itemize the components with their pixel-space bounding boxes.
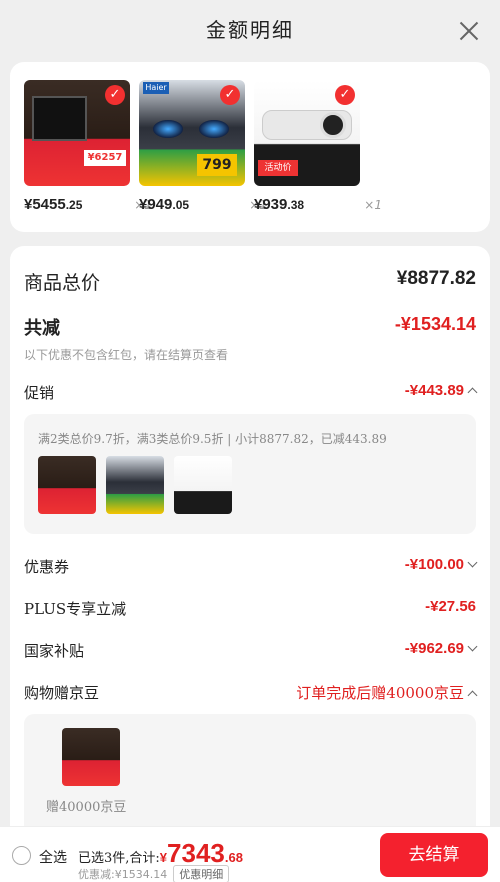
checkout-button[interactable]: 去结算: [380, 833, 488, 877]
modal-title: 金额明细: [206, 18, 294, 42]
brand-logo: Haier: [143, 82, 169, 94]
coupon-label: 优惠券: [24, 558, 70, 576]
check-icon: ✓: [335, 85, 355, 105]
product-item[interactable]: ¥6257 ✓ ¥5455.25 ×1: [24, 80, 152, 213]
plus-row: PLUS专享立减 -¥27.56: [24, 598, 476, 620]
product-price: ¥939.38: [254, 196, 305, 213]
image-price-tag: ¥6257: [84, 150, 126, 166]
promo-thumb-stove: [106, 456, 164, 514]
discount-value: -¥1534.14: [394, 314, 476, 334]
gift-item-text: 赠40000京豆: [46, 800, 127, 815]
check-icon: ✓: [220, 85, 240, 105]
promo-value: -¥443.89: [405, 382, 478, 399]
discount-summary-text: 优惠减:¥1534.14: [78, 868, 168, 881]
discount-note-row: 以下优惠不包含红包，请在结算页查看: [24, 344, 476, 363]
product-image-water-heater[interactable]: 活动价 ✓: [254, 80, 360, 186]
image-price-tag: 799: [197, 154, 237, 176]
total-row: 商品总价 ¥8877.82: [24, 268, 476, 294]
promo-thumb-water-heater: [174, 456, 232, 514]
promo-label: 促销: [24, 384, 55, 402]
product-price: ¥5455.25: [24, 196, 83, 213]
select-all-radio[interactable]: [12, 846, 31, 865]
product-image-oven[interactable]: ¥6257 ✓: [24, 80, 130, 186]
gift-value: 订单完成后赠40000京豆: [296, 682, 478, 703]
product-image-stove[interactable]: Haier 799 ✓: [139, 80, 245, 186]
discount-note: 以下优惠不包含红包，请在结算页查看: [24, 348, 229, 362]
discount-summary: 优惠减:¥1534.14 优惠明细: [78, 865, 230, 882]
promo-description: 满2类总价9.7折，满3类总价9.5折 | 小计8877.82，已减443.89: [38, 432, 387, 446]
chevron-down-icon[interactable]: [467, 557, 478, 568]
plus-label: PLUS专享立减: [24, 600, 127, 618]
gift-label: 购物赠京豆: [24, 684, 100, 702]
oven-door-graphic: [32, 96, 87, 141]
chevron-up-icon[interactable]: [467, 387, 478, 398]
product-price: ¥949.05: [139, 196, 190, 213]
subsidy-value: -¥962.69: [405, 640, 478, 657]
chevron-down-icon[interactable]: [467, 641, 478, 652]
chevron-up-icon[interactable]: [467, 690, 478, 701]
gift-row[interactable]: 购物赠京豆 订单完成后赠40000京豆: [24, 682, 478, 704]
promo-detail-box: 满2类总价9.7折，满3类总价9.5折 | 小计8877.82，已减443.89: [24, 414, 476, 534]
total-label: 商品总价: [24, 272, 101, 294]
product-qty: ×1: [364, 198, 382, 212]
discount-detail-link[interactable]: 优惠明细: [173, 865, 230, 882]
total-value: ¥8877.82: [396, 268, 476, 289]
product-item[interactable]: Haier 799 ✓ ¥949.05 ×1: [139, 80, 267, 213]
burner-graphic: [153, 120, 183, 138]
product-list-card: ¥6257 ✓ ¥5455.25 ×1 Haier 799 ✓ ¥949.05 …: [10, 62, 490, 232]
close-icon[interactable]: [458, 20, 480, 42]
coupon-row[interactable]: 优惠券 -¥100.00: [24, 556, 478, 578]
selected-count-text: 已选3件,合计:: [78, 851, 160, 866]
discount-label: 共减: [24, 318, 60, 339]
plus-value: -¥27.56: [425, 598, 476, 615]
burner-graphic: [199, 120, 229, 138]
subsidy-row[interactable]: 国家补贴 -¥962.69: [24, 640, 478, 662]
product-item[interactable]: 活动价 ✓ ¥939.38 ×1: [254, 80, 382, 213]
total-amount: ¥7343.68: [159, 838, 243, 868]
image-price-tag: 活动价: [258, 160, 298, 176]
price-detail-card: 商品总价 ¥8877.82 共减 -¥1534.14 以下优惠不包含红包，请在结…: [10, 246, 490, 854]
modal-header: 金额明细: [0, 0, 500, 60]
gift-thumb-oven: [62, 728, 120, 786]
select-all-label[interactable]: 全选: [39, 847, 67, 867]
promo-row[interactable]: 促销 -¥443.89: [24, 382, 478, 404]
heater-dial-graphic: [320, 112, 346, 138]
check-icon: ✓: [105, 85, 125, 105]
checkout-bar: 全选 已选3件,合计:¥7343.68 优惠减:¥1534.14 优惠明细 去结算: [0, 826, 500, 882]
subsidy-label: 国家补贴: [24, 642, 85, 660]
promo-thumb-oven: [38, 456, 96, 514]
discount-row: 共减 -¥1534.14: [24, 314, 476, 340]
coupon-value: -¥100.00: [405, 556, 478, 573]
